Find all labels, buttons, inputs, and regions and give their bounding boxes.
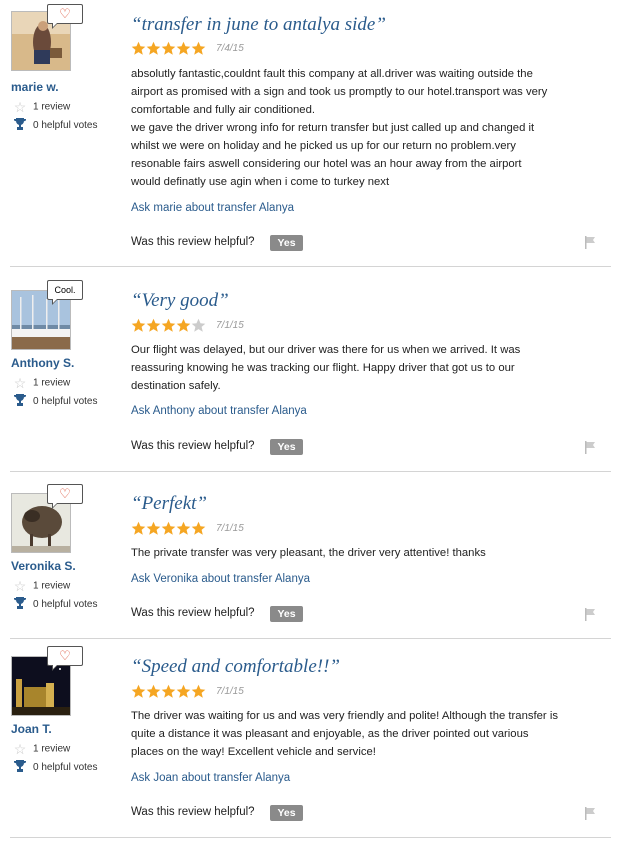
review-body-line: airport as promised with a sign and took… xyxy=(131,86,548,98)
username[interactable]: Anthony S. xyxy=(11,356,74,370)
review-body-line: places on the way! Excellent vehicle and… xyxy=(131,746,376,758)
rating-stars xyxy=(131,521,206,537)
yes-button[interactable]: Yes xyxy=(270,235,303,251)
rating-stars xyxy=(131,684,206,700)
star-empty-icon xyxy=(191,318,206,332)
review-date: 7/1/15 xyxy=(216,523,244,534)
star-outline-icon: ☆ xyxy=(13,99,27,115)
helpful-question: Was this review helpful? xyxy=(131,607,255,619)
star-filled-icon xyxy=(176,318,191,332)
heart-icon: ♡ xyxy=(59,648,71,663)
helpful-votes-count: 0 helpful votes xyxy=(11,759,98,775)
helpful-question: Was this review helpful? xyxy=(131,440,255,452)
flag-icon[interactable] xyxy=(584,441,596,459)
flag-icon[interactable] xyxy=(584,608,596,626)
review-body: The private transfer was very pleasant, … xyxy=(131,544,591,562)
helpful-votes-count: 0 helpful votes xyxy=(11,393,98,409)
review-divider xyxy=(10,638,611,639)
review-title[interactable]: “transfer in june to antalya side” xyxy=(131,14,386,36)
review-body-line: destination safely. xyxy=(131,380,221,392)
star-filled-icon xyxy=(176,41,191,55)
rating-stars xyxy=(131,318,206,334)
trophy-icon xyxy=(11,759,29,776)
star-filled-icon xyxy=(161,684,176,698)
badge-heart: ♡ xyxy=(47,4,83,29)
badge-cool: Cool. xyxy=(47,280,83,305)
flag-icon[interactable] xyxy=(584,807,596,825)
ask-reviewer-link[interactable]: Ask marie about transfer Alanya xyxy=(131,202,294,214)
review-body-line: comfortable and fully air conditioned. xyxy=(131,104,315,116)
reviews-count: ☆ 1 review xyxy=(11,741,71,757)
star-filled-icon xyxy=(191,684,206,698)
star-filled-icon xyxy=(191,41,206,55)
review-divider xyxy=(10,471,611,472)
badge-heart: ♡ xyxy=(47,646,83,671)
review-body: Our flight was delayed, but our driver w… xyxy=(131,341,591,395)
star-filled-icon xyxy=(131,684,146,698)
star-filled-icon xyxy=(176,521,191,535)
star-filled-icon xyxy=(161,521,176,535)
review-body-line: Our flight was delayed, but our driver w… xyxy=(131,344,521,356)
trophy-icon xyxy=(11,393,29,410)
review-body-line: resonable fairs aswell considering our h… xyxy=(131,158,522,170)
reviews-count: ☆ 1 review xyxy=(11,99,71,115)
star-filled-icon xyxy=(146,318,161,332)
flag-icon[interactable] xyxy=(584,236,596,254)
review-body-line: whilst we were on holiday and he picked … xyxy=(131,140,516,152)
star-filled-icon xyxy=(146,684,161,698)
reviews-count: ☆ 1 review xyxy=(11,375,71,391)
review-body-line: The private transfer was very pleasant, … xyxy=(131,547,486,559)
review-date: 7/4/15 xyxy=(216,43,244,54)
review-body: The driver was waiting for us and was ve… xyxy=(131,707,591,761)
star-filled-icon xyxy=(191,521,206,535)
review-body-line: quite a distance it was pleasant and enj… xyxy=(131,728,529,740)
review-divider xyxy=(10,837,611,838)
star-filled-icon xyxy=(146,41,161,55)
star-filled-icon xyxy=(131,318,146,332)
star-filled-icon xyxy=(176,684,191,698)
review-title[interactable]: “Perfekt” xyxy=(131,493,207,515)
review-body-line: we gave the driver wrong info for return… xyxy=(131,122,535,134)
ask-reviewer-link[interactable]: Ask Veronika about transfer Alanya xyxy=(131,573,310,585)
heart-icon: ♡ xyxy=(59,486,71,501)
review-divider xyxy=(10,266,611,267)
review-body-line: absolutly fantastic,couldnt fault this c… xyxy=(131,68,533,80)
rating-stars xyxy=(131,41,206,57)
username[interactable]: Veronika S. xyxy=(11,559,76,573)
star-filled-icon xyxy=(131,41,146,55)
review-body: absolutly fantastic,couldnt fault this c… xyxy=(131,65,591,191)
star-outline-icon: ☆ xyxy=(13,375,27,391)
star-filled-icon xyxy=(146,521,161,535)
star-filled-icon xyxy=(161,318,176,332)
review-title[interactable]: “Speed and comfortable!!” xyxy=(131,656,340,678)
heart-icon: ♡ xyxy=(59,6,71,21)
review-body-line: The driver was waiting for us and was ve… xyxy=(131,710,558,722)
badge-heart: ♡ xyxy=(47,484,83,509)
star-outline-icon: ☆ xyxy=(13,741,27,757)
helpful-question: Was this review helpful? xyxy=(131,806,255,818)
review-date: 7/1/15 xyxy=(216,686,244,697)
yes-button[interactable]: Yes xyxy=(270,805,303,821)
trophy-icon xyxy=(11,596,29,613)
star-outline-icon: ☆ xyxy=(13,578,27,594)
review-body-line: would definatly use agin when i come to … xyxy=(131,176,390,188)
review-title[interactable]: “Very good” xyxy=(131,290,229,312)
username[interactable]: Joan T. xyxy=(11,722,52,736)
helpful-votes-count: 0 helpful votes xyxy=(11,596,98,612)
username[interactable]: marie w. xyxy=(11,80,59,94)
ask-reviewer-link[interactable]: Ask Anthony about transfer Alanya xyxy=(131,405,307,417)
yes-button[interactable]: Yes xyxy=(270,606,303,622)
reviews-count: ☆ 1 review xyxy=(11,578,71,594)
helpful-votes-count: 0 helpful votes xyxy=(11,117,98,133)
helpful-question: Was this review helpful? xyxy=(131,236,255,248)
review-date: 7/1/15 xyxy=(216,320,244,331)
yes-button[interactable]: Yes xyxy=(270,439,303,455)
star-filled-icon xyxy=(161,41,176,55)
review-body-line: reassuring knowing he was tracking our f… xyxy=(131,362,515,374)
star-filled-icon xyxy=(131,521,146,535)
trophy-icon xyxy=(11,117,29,134)
ask-reviewer-link[interactable]: Ask Joan about transfer Alanya xyxy=(131,772,290,784)
